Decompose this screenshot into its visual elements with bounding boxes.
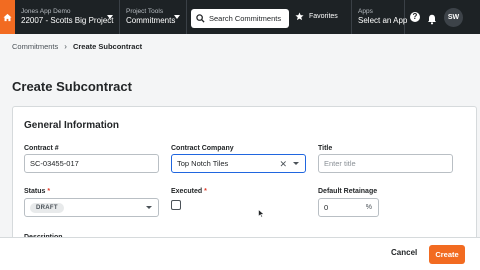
chevron-down-icon xyxy=(174,15,180,19)
contract-number-field[interactable]: SC-03455-017 xyxy=(24,154,159,173)
title-placeholder: Enter title xyxy=(324,159,356,168)
contract-number-label: Contract # xyxy=(24,145,59,152)
contract-number-value: SC-03455-017 xyxy=(30,159,79,168)
percent-unit: % xyxy=(365,204,372,211)
breadcrumb-current: Create Subcontract xyxy=(72,42,143,51)
breadcrumb: Commitments › Create Subcontract xyxy=(12,42,142,51)
search-icon xyxy=(196,14,205,23)
tool-name: Commitments xyxy=(126,16,176,25)
star-icon xyxy=(295,12,304,21)
executed-checkbox[interactable] xyxy=(171,200,181,210)
create-button[interactable]: Create xyxy=(429,245,465,264)
chevron-down-icon xyxy=(146,206,152,209)
search-input[interactable]: Search Commitments xyxy=(191,9,289,28)
retainage-value: 0 xyxy=(324,203,329,212)
executed-label-text: Executed xyxy=(171,188,203,195)
bell-icon[interactable] xyxy=(427,12,437,30)
tool-selector[interactable]: Project Tools Commitments xyxy=(120,0,187,34)
contract-company-value: Top Notch Tiles xyxy=(177,159,229,168)
chevron-down-icon xyxy=(293,162,299,165)
contract-company-label: Contract Company xyxy=(171,145,234,152)
help-icon[interactable]: ? xyxy=(410,12,420,22)
required-mark: * xyxy=(47,188,51,195)
default-retainage-field[interactable]: 0 % xyxy=(318,198,379,217)
avatar[interactable]: SW xyxy=(444,8,463,27)
chevron-down-icon xyxy=(107,15,113,19)
project-company: Jones App Demo xyxy=(21,8,71,15)
cancel-button[interactable]: Cancel xyxy=(391,248,417,257)
home-button[interactable] xyxy=(0,0,15,34)
home-icon xyxy=(3,13,12,21)
status-select[interactable]: DRAFT xyxy=(24,198,159,217)
tool-caption: Project Tools xyxy=(126,8,164,15)
default-retainage-label: Default Retainage xyxy=(318,188,378,195)
chevron-right-icon: › xyxy=(64,42,67,51)
favorites-label: Favorites xyxy=(309,13,338,20)
project-name: 22007 - Scotts Big Project xyxy=(21,16,114,25)
title-field[interactable]: Enter title xyxy=(318,154,453,173)
apps-caption: Apps xyxy=(358,8,373,15)
page-title: Create Subcontract xyxy=(12,79,132,94)
title-label: Title xyxy=(318,145,333,152)
search-placeholder: Search Commitments xyxy=(209,14,282,23)
action-footer: Cancel Create xyxy=(0,237,480,270)
status-badge: DRAFT xyxy=(30,202,64,213)
status-label: Status * xyxy=(24,188,50,195)
executed-label: Executed * xyxy=(171,188,207,195)
apps-value: Select an App xyxy=(358,16,408,25)
favorites-button[interactable]: Favorites xyxy=(295,12,338,21)
contract-company-select[interactable]: Top Notch Tiles ✕ xyxy=(171,154,306,173)
section-title: General Information xyxy=(24,120,120,131)
mouse-cursor-icon xyxy=(258,209,265,218)
breadcrumb-commitments[interactable]: Commitments xyxy=(12,42,58,51)
status-label-text: Status xyxy=(24,188,46,195)
apps-selector[interactable]: Apps Select an App xyxy=(351,0,408,34)
clear-icon[interactable]: ✕ xyxy=(279,159,287,169)
required-mark: * xyxy=(204,188,207,195)
project-selector[interactable]: Jones App Demo 22007 - Scotts Big Projec… xyxy=(15,0,120,34)
